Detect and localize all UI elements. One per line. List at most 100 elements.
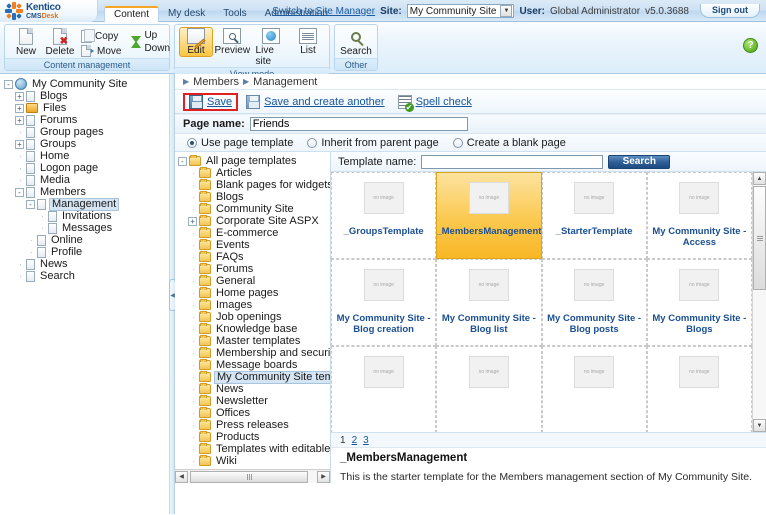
- option-create-blank-page[interactable]: Create a blank page: [452, 137, 566, 149]
- new-button[interactable]: New: [9, 27, 43, 57]
- content-tree-node[interactable]: · Media: [4, 174, 169, 186]
- page-name-input[interactable]: [249, 117, 468, 131]
- category-tree-node[interactable]: · My Community Site templates: [178, 370, 330, 384]
- category-tree-node[interactable]: · FAQs: [178, 251, 330, 263]
- site-select[interactable]: My Community Site ▼: [406, 4, 515, 18]
- content-tree-node[interactable]: · Home: [4, 150, 169, 162]
- content-tree-node[interactable]: · Online: [4, 234, 169, 246]
- move-button[interactable]: Move: [79, 44, 125, 58]
- category-tree-node[interactable]: · Forums: [178, 263, 330, 275]
- copy-button[interactable]: Copy: [79, 29, 125, 44]
- category-horizontal-scrollbar[interactable]: ◀ ▶: [175, 469, 330, 483]
- content-tree-node[interactable]: · Logon page: [4, 162, 169, 174]
- template-card[interactable]: no image _StarterTemplate: [541, 172, 647, 259]
- content-tree-node[interactable]: + Groups: [4, 138, 169, 150]
- category-tree-node[interactable]: · Knowledge base: [178, 323, 330, 335]
- content-tree-node[interactable]: - Members: [4, 186, 169, 198]
- category-tree-node[interactable]: · Message boards: [178, 359, 330, 371]
- content-tree-node[interactable]: · News: [4, 258, 169, 270]
- content-tree-node[interactable]: - My Community Site: [4, 78, 169, 90]
- collapse-icon[interactable]: -: [178, 156, 187, 166]
- content-tree-node[interactable]: + Files: [4, 102, 169, 114]
- content-tree-node[interactable]: · Messages: [4, 222, 169, 234]
- category-tree-node[interactable]: · Blank pages for widgets: [178, 179, 330, 191]
- template-card[interactable]: no image: [331, 346, 437, 432]
- category-tree-node[interactable]: · Wiki: [178, 455, 330, 467]
- expand-icon[interactable]: +: [15, 115, 24, 125]
- collapse-icon[interactable]: -: [15, 187, 24, 197]
- category-tree-node[interactable]: · Home pages: [178, 287, 330, 299]
- category-tree-node[interactable]: · Offices: [178, 407, 330, 419]
- category-tree-node[interactable]: · Events: [178, 239, 330, 251]
- option-inherit-from-parent[interactable]: Inherit from parent page: [307, 137, 439, 149]
- scroll-left-arrow-icon[interactable]: ◀: [175, 470, 188, 483]
- category-tree-node[interactable]: · Blogs: [178, 191, 330, 203]
- collapse-icon[interactable]: -: [4, 79, 13, 89]
- switch-to-site-manager-link[interactable]: Switch to Site Manager: [272, 6, 375, 17]
- hscroll-track[interactable]: [188, 470, 317, 483]
- category-tree-node[interactable]: · General: [178, 275, 330, 287]
- content-tree-node[interactable]: + Blogs: [4, 90, 169, 102]
- template-card[interactable]: no image My Community Site - Blog posts: [541, 259, 647, 346]
- template-card[interactable]: no image: [646, 346, 752, 432]
- category-tree-node[interactable]: · Products: [178, 431, 330, 443]
- content-tree-node[interactable]: · Search: [4, 270, 169, 282]
- template-card[interactable]: no image My Community Site - Blogs: [646, 259, 752, 346]
- category-tree-node[interactable]: · E-commerce: [178, 227, 330, 239]
- template-vertical-scrollbar[interactable]: ▲ ▼: [752, 172, 766, 432]
- template-card[interactable]: no image My Community Site - Blog creatio…: [331, 259, 437, 346]
- pagination-page-2[interactable]: 2: [352, 435, 358, 446]
- category-tree-node[interactable]: · News: [178, 383, 330, 395]
- category-tree-node[interactable]: · Press releases: [178, 419, 330, 431]
- expand-icon[interactable]: +: [15, 91, 24, 101]
- hscroll-thumb[interactable]: [190, 470, 308, 483]
- scroll-down-arrow-icon[interactable]: ▼: [753, 419, 766, 432]
- template-card[interactable]: no image My Community Site - Blog list: [436, 259, 542, 346]
- tab-tools[interactable]: Tools: [214, 6, 255, 22]
- expand-icon[interactable]: +: [188, 216, 197, 226]
- down-button[interactable]: Down: [129, 36, 174, 55]
- content-tree-node[interactable]: + Forums: [4, 114, 169, 126]
- vscroll-track[interactable]: [753, 185, 766, 419]
- live-site-button[interactable]: Live site: [252, 27, 291, 67]
- template-search-button[interactable]: Search: [608, 154, 671, 169]
- edit-button[interactable]: Edit: [179, 27, 213, 57]
- breadcrumb-item-management[interactable]: Management: [253, 76, 317, 88]
- category-tree-node[interactable]: · Newsletter: [178, 395, 330, 407]
- list-button[interactable]: List: [291, 27, 325, 56]
- scroll-right-arrow-icon[interactable]: ▶: [317, 470, 330, 483]
- collapse-icon[interactable]: -: [26, 199, 35, 209]
- content-tree-node[interactable]: - Management: [4, 197, 169, 211]
- option-use-page-template[interactable]: Use page template: [187, 137, 293, 149]
- tab-my-desk[interactable]: My desk: [159, 6, 214, 22]
- spell-check-button[interactable]: Spell check: [393, 94, 477, 112]
- tab-content[interactable]: Content: [104, 6, 160, 23]
- category-tree-node[interactable]: · Community Site: [178, 203, 330, 215]
- category-tree-node[interactable]: + Corporate Site ASPX: [178, 215, 330, 227]
- content-tree-node[interactable]: · Group pages: [4, 126, 169, 138]
- save-button[interactable]: Save: [183, 92, 239, 111]
- vscroll-thumb[interactable]: [753, 186, 766, 290]
- template-card[interactable]: no image _MembersManagement: [436, 172, 542, 259]
- expand-icon[interactable]: +: [15, 103, 24, 113]
- category-tree-node[interactable]: · Images: [178, 299, 330, 311]
- category-tree-node[interactable]: · Membership and security: [178, 347, 330, 359]
- breadcrumb-item-members[interactable]: Members: [193, 76, 239, 88]
- help-icon[interactable]: ?: [743, 38, 758, 53]
- delete-button[interactable]: ✖ Delete: [43, 27, 77, 57]
- content-tree-node[interactable]: · Invitations: [4, 210, 169, 222]
- template-card[interactable]: no image: [541, 346, 647, 432]
- sign-out-button[interactable]: Sign out: [700, 4, 760, 18]
- category-tree-node[interactable]: · Master templates: [178, 335, 330, 347]
- content-tree-node[interactable]: · Profile: [4, 246, 169, 258]
- template-name-input[interactable]: [421, 154, 604, 169]
- template-card[interactable]: no image: [436, 346, 542, 432]
- category-tree-node[interactable]: · Job openings: [178, 311, 330, 323]
- expand-icon[interactable]: +: [15, 139, 24, 149]
- search-button[interactable]: Search: [339, 27, 373, 57]
- pagination-page-3[interactable]: 3: [363, 435, 369, 446]
- save-and-create-another-button[interactable]: Save and create another: [241, 94, 389, 110]
- category-tree-node[interactable]: · Templates with editable regio: [178, 443, 330, 455]
- template-card[interactable]: no image _GroupsTemplate: [331, 172, 437, 259]
- category-tree-node[interactable]: · Articles: [178, 167, 330, 179]
